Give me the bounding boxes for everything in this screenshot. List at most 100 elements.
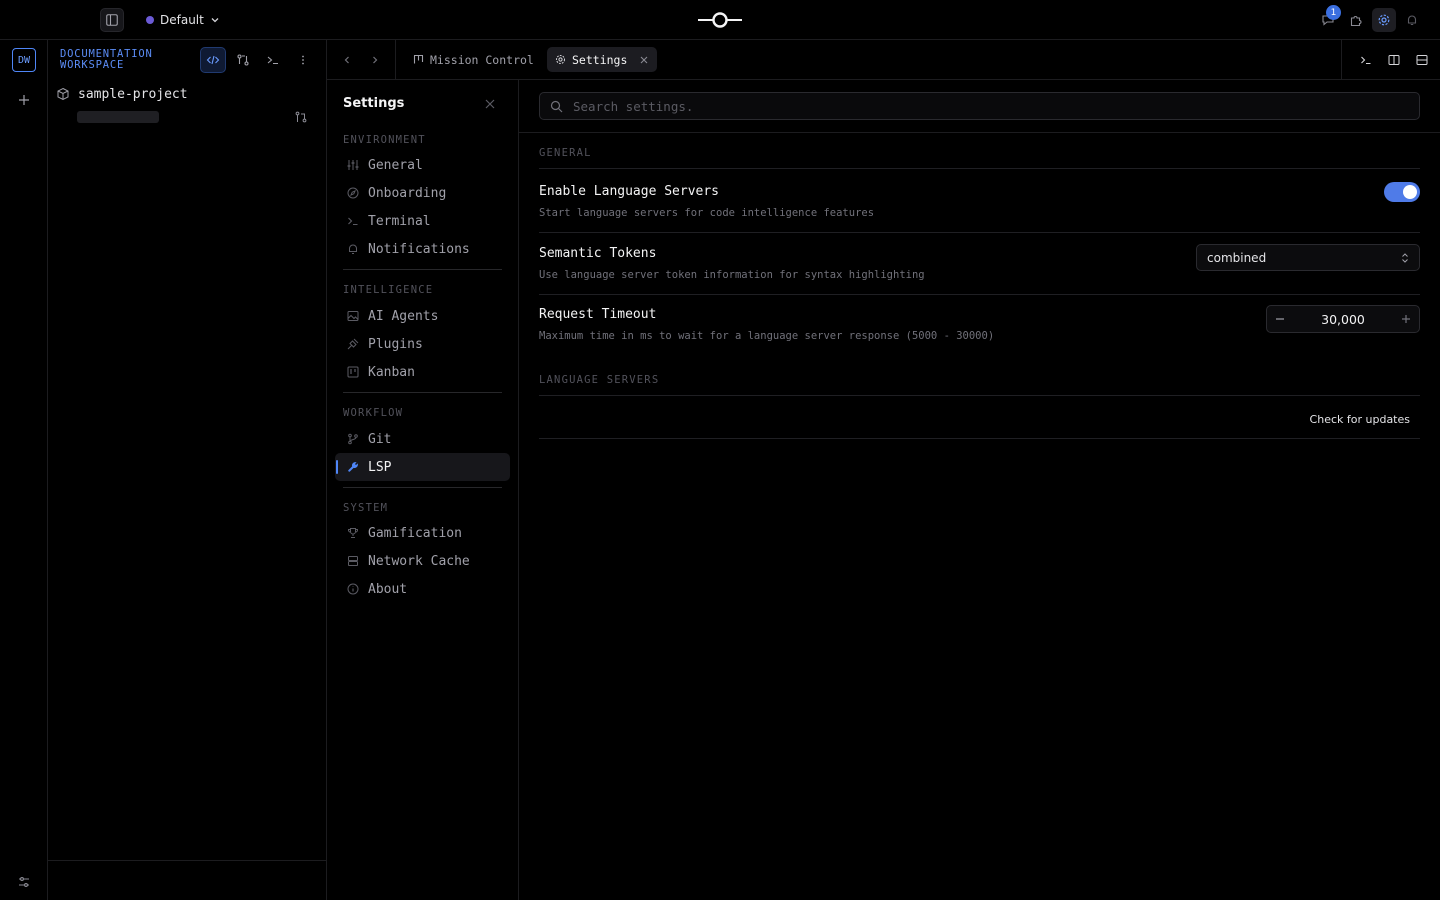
section-general: GENERAL — [539, 147, 592, 159]
nav-item-ai-agents[interactable]: AI Agents — [335, 302, 510, 330]
branch-loading-placeholder — [77, 111, 159, 123]
decrement-button[interactable] — [1267, 306, 1293, 332]
forward-button[interactable] — [365, 50, 385, 70]
nav-item-terminal[interactable]: Terminal — [335, 207, 510, 235]
bell-icon — [349, 244, 357, 254]
search-icon — [550, 100, 563, 112]
nav-item-label: Plugins — [368, 336, 423, 352]
nav-item-onboarding[interactable]: Onboarding — [335, 179, 510, 207]
split-vertical-button[interactable] — [1382, 48, 1406, 72]
nav-item-kanban[interactable]: Kanban — [335, 358, 510, 386]
more-vertical-icon — [302, 55, 304, 65]
settings-title: Settings — [343, 96, 405, 111]
chevron-left-icon — [344, 56, 349, 64]
timeout-value[interactable]: 30,000 — [1321, 312, 1365, 327]
rows-icon — [1416, 55, 1428, 65]
nav-item-label: About — [368, 581, 408, 597]
nav-item-gamification[interactable]: Gamification — [335, 519, 510, 547]
nav-item-about[interactable]: About — [335, 575, 510, 603]
nav-item-git[interactable]: Git — [335, 425, 510, 453]
back-button[interactable] — [337, 50, 357, 70]
increment-button[interactable] — [1393, 306, 1419, 332]
tab-bar: Mission Control Settings — [327, 40, 1440, 80]
kanban-icon — [347, 366, 359, 378]
rail-preferences-button[interactable] — [14, 872, 34, 892]
open-terminal-button[interactable] — [1354, 48, 1378, 72]
terminal-icon — [1361, 56, 1371, 65]
settings-content: GENERAL Enable Language Servers Start la… — [519, 80, 1440, 900]
section-language-servers: LANGUAGE SERVERS — [539, 374, 660, 386]
nav-section-system: SYSTEM — [343, 502, 389, 514]
app-logo — [698, 12, 742, 28]
nav-item-lsp[interactable]: LSP — [335, 453, 510, 481]
server-icon — [348, 556, 358, 566]
nav-item-label: Onboarding — [368, 185, 447, 201]
enable-lsp-toggle[interactable] — [1384, 182, 1420, 202]
bell-button[interactable] — [1400, 8, 1424, 32]
nav-section-intelligence: INTELLIGENCE — [343, 284, 434, 296]
compass-icon — [347, 187, 359, 199]
divider — [539, 438, 1420, 439]
divider — [539, 168, 1420, 169]
close-icon[interactable] — [483, 97, 497, 111]
setting-request-timeout-description: Maximum time in ms to wait for a languag… — [539, 330, 995, 342]
environment-dot — [146, 16, 154, 24]
nav-item-plugins[interactable]: Plugins — [335, 330, 510, 358]
settings-search[interactable] — [539, 92, 1420, 120]
split-horizontal-button[interactable] — [1410, 48, 1434, 72]
wrench-icon — [348, 462, 358, 472]
git-branch-icon — [348, 433, 358, 445]
nav-item-label: Gamification — [368, 525, 462, 541]
tab-label: Settings — [572, 52, 628, 67]
nav-item-notifications[interactable]: Notifications — [335, 235, 510, 263]
semantic-tokens-select[interactable]: combined — [1196, 244, 1420, 271]
columns-icon — [1388, 55, 1400, 65]
close-icon[interactable] — [639, 55, 649, 65]
workspace-avatar[interactable]: DW — [12, 48, 36, 72]
environment-label: Default — [160, 13, 204, 27]
setting-semantic-tokens-description: Use language server token information fo… — [539, 269, 925, 281]
sidebar-toggle-icon — [106, 14, 118, 26]
environment-selector[interactable]: Default — [146, 11, 220, 29]
nav-item-network-cache[interactable]: Network Cache — [335, 547, 510, 575]
project-panel: DOCUMENTATION WORKSPACE sample-project — [48, 40, 327, 900]
git-view-button[interactable] — [230, 47, 256, 73]
nav-divider — [343, 269, 502, 270]
nav-item-label: LSP — [368, 459, 392, 475]
toggle-sidebar-button[interactable] — [100, 8, 124, 32]
code-icon — [206, 55, 220, 65]
notifications-button[interactable]: 1 — [1316, 5, 1341, 32]
git-pull-request-icon[interactable] — [294, 110, 308, 124]
workspace-rail: DW — [0, 40, 48, 900]
terminal-view-button[interactable] — [260, 47, 286, 73]
tab-mission-control[interactable]: Mission Control — [405, 47, 542, 72]
nav-item-general[interactable]: General — [335, 151, 510, 179]
gear-icon — [1378, 14, 1390, 26]
nav-divider — [343, 392, 502, 393]
plugins-button[interactable] — [1344, 8, 1368, 32]
settings-button[interactable] — [1372, 8, 1396, 32]
panel-actions — [200, 47, 316, 73]
top-bar: Default 1 — [0, 0, 1440, 40]
select-value: combined — [1207, 250, 1267, 265]
minus-icon — [1276, 318, 1284, 320]
more-options-button[interactable] — [290, 47, 316, 73]
nav-item-label: AI Agents — [368, 308, 439, 324]
chevron-up-down-icon — [1402, 252, 1408, 263]
nav-section-environment: ENVIRONMENT — [343, 134, 426, 146]
code-view-button[interactable] — [200, 47, 226, 73]
project-item[interactable]: sample-project — [56, 84, 318, 104]
nav-item-label: Git — [368, 431, 392, 447]
search-input[interactable] — [573, 98, 1373, 114]
tab-divider — [395, 40, 396, 80]
chevron-right-icon — [373, 56, 378, 64]
chevron-down-icon — [211, 18, 219, 23]
info-icon — [347, 583, 359, 595]
request-timeout-stepper: 30,000 — [1266, 305, 1420, 333]
tab-settings[interactable]: Settings — [547, 47, 658, 72]
nav-item-label: Terminal — [368, 213, 431, 229]
add-workspace-button[interactable] — [14, 90, 34, 110]
check-for-updates-button[interactable]: Check for updates — [1285, 407, 1420, 431]
divider — [539, 232, 1420, 233]
kanban-icon — [413, 54, 424, 64]
